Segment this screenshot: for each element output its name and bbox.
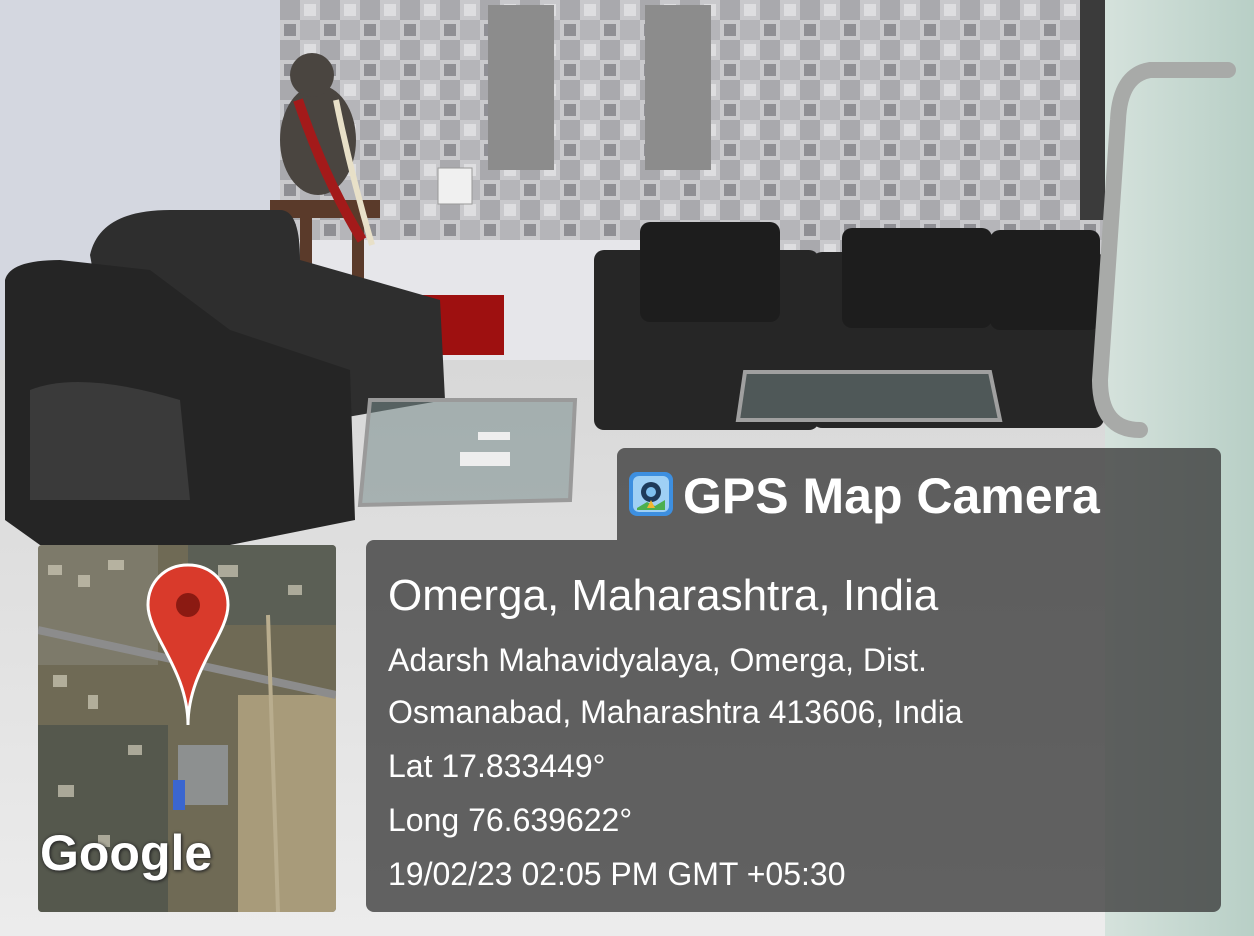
address-line-1: Adarsh Mahavidyalaya, Omerga, Dist. xyxy=(388,642,927,678)
google-attribution: Google xyxy=(40,825,213,881)
address-line-2: Osmanabad, Maharashtra 413606, India xyxy=(388,694,963,730)
place-title: Omerga, Maharashtra, India xyxy=(388,571,939,620)
latitude-text: Lat 17.833449° xyxy=(388,748,606,784)
app-header: GPS Map Camera xyxy=(617,448,1221,540)
app-title: GPS Map Camera xyxy=(683,468,1100,524)
longitude-text: Long 76.639622° xyxy=(388,802,633,838)
datetime-text: 19/02/23 02:05 PM GMT +05:30 xyxy=(388,856,846,892)
gps-camera-app-icon xyxy=(629,472,673,516)
location-info-panel: Omerga, Maharashtra, India Adarsh Mahavi… xyxy=(366,540,1221,912)
